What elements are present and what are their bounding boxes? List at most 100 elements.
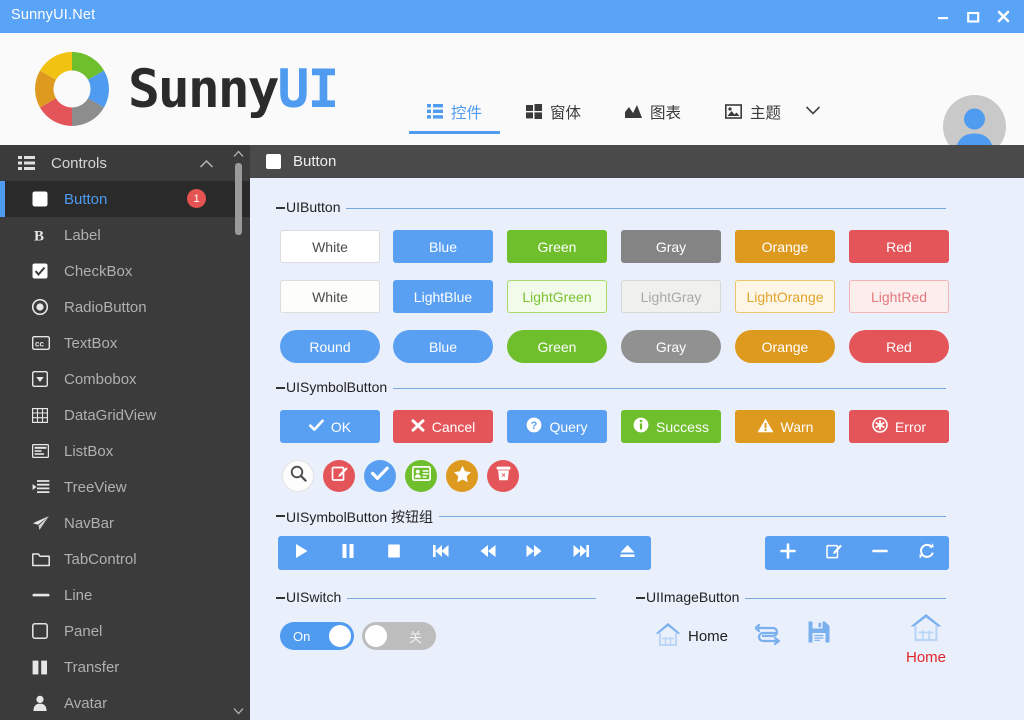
close-button[interactable] [988,0,1018,33]
rewind-button[interactable] [464,536,511,570]
switch-on-label: On [293,628,311,644]
button-white[interactable]: White [280,230,380,263]
button-green[interactable]: Green [507,230,607,263]
content-area: UIButton White Blue Green Gray Orange Re… [250,178,1024,720]
sidebar-item-label[interactable]: B Label [0,217,250,253]
image-button-home-red[interactable]: Home [888,612,964,674]
sidebar-item-avatar[interactable]: Avatar [0,685,250,720]
sidebar-item-radiobutton[interactable]: RadioButton [0,289,250,325]
sidebar-item-navbar[interactable]: NavBar [0,505,250,541]
button-round[interactable]: Round [280,330,380,363]
image-button-home-label: Home [688,628,729,645]
symbol-button-ok-label: OK [330,418,352,435]
remove-button[interactable] [857,536,903,570]
home-icon [909,612,943,647]
swap-arrows-icon [753,622,781,651]
sidebar-item-combobox[interactable]: Combobox [0,361,250,397]
button-orange[interactable]: Orange [735,230,835,263]
sidebar-item-listbox[interactable]: ListBox [0,433,250,469]
symbol-button-cancel[interactable]: Cancel [393,410,493,443]
sidebar-item-button[interactable]: Button 1 [0,181,250,217]
switch-off[interactable]: 关 [362,622,436,650]
circle-button-idcard[interactable] [405,460,437,492]
play-button[interactable] [278,536,325,570]
switch-on[interactable]: On [280,622,354,650]
sidebar-item-panel[interactable]: Panel [0,613,250,649]
button-lightred[interactable]: LightRed [849,280,949,313]
button-lightgreen[interactable]: LightGreen [507,280,607,313]
button-blue[interactable]: Blue [393,230,493,263]
sidebar-item-treeview[interactable]: TreeView [0,469,250,505]
skip-start-icon [432,543,450,564]
sidebar-item-checkbox-label: CheckBox [64,262,133,280]
symbol-button-success[interactable]: Success [621,410,721,443]
sidebar-item-panel-label: Panel [64,622,103,640]
symbol-button-query[interactable]: ? Query [507,410,607,443]
circle-button-search[interactable] [282,460,314,492]
circle-button-edit[interactable] [323,460,355,492]
tab-button-page[interactable]: Button [250,145,352,178]
sidebar-item-line[interactable]: Line [0,577,250,613]
panel-square-icon [32,623,60,639]
group-dash [276,207,285,209]
sidebar-item-checkbox[interactable]: CheckBox [0,253,250,289]
circle-button-trash[interactable]: × [487,460,519,492]
symbol-button-ok[interactable]: OK [280,410,380,443]
refresh-button[interactable] [903,536,949,570]
group-uibutton-line [276,208,946,209]
tab-forms[interactable]: 窗体 [504,89,603,134]
image-button-home[interactable]: Home [654,621,728,652]
add-button[interactable] [765,536,811,570]
circle-button-star[interactable] [446,460,478,492]
button-gray[interactable]: Gray [621,230,721,263]
button-red[interactable]: Red [849,230,949,263]
stop-button[interactable] [371,536,418,570]
scroll-down-icon[interactable] [232,704,244,718]
tab-charts[interactable]: 图表 [603,89,703,134]
symbol-button-error[interactable]: Error [849,410,949,443]
tab-themes[interactable]: 主题 [703,89,803,134]
window-controls [928,0,1018,33]
sidebar-header-controls[interactable]: Controls [0,145,250,181]
nav-more-button[interactable] [803,89,831,134]
scrollbar-track[interactable] [235,163,242,703]
image-button-save[interactable] [807,620,837,649]
scrollbar-thumb[interactable] [235,163,242,235]
button-lightblue[interactable]: LightBlue [393,280,493,313]
sidebar-item-transfer[interactable]: Transfer [0,649,250,685]
scroll-up-icon[interactable] [232,147,244,161]
button-round-green[interactable]: Green [507,330,607,363]
button-round-red[interactable]: Red [849,330,949,363]
square-icon [266,154,281,169]
tab-controls-label: 控件 [451,104,483,122]
fast-forward-button[interactable] [511,536,558,570]
button-lightorange[interactable]: LightOrange [735,280,835,313]
symbol-button-warn[interactable]: Warn [735,410,835,443]
media-button-group [278,536,651,570]
skip-end-button[interactable] [558,536,605,570]
tab-button-page-label: Button [293,153,337,170]
button-round-orange[interactable]: Orange [735,330,835,363]
skip-start-button[interactable] [418,536,465,570]
pause-button[interactable] [325,536,372,570]
button-round-gray[interactable]: Gray [621,330,721,363]
chevron-up-icon [199,156,214,173]
minimize-button[interactable] [928,0,958,33]
symbol-button-cancel-label: Cancel [431,418,476,435]
button-light-white-label: White [312,288,348,305]
tab-controls[interactable]: 控件 [405,89,504,134]
sidebar-item-textbox[interactable]: cc TextBox [0,325,250,361]
sidebar-item-datagridview[interactable]: DataGridView [0,397,250,433]
eject-button[interactable] [604,536,651,570]
circle-button-check[interactable] [364,460,396,492]
maximize-button[interactable] [958,0,988,33]
button-lightgray[interactable]: LightGray [621,280,721,313]
edit-button[interactable] [811,536,857,570]
button-light-white[interactable]: White [280,280,380,313]
sidebar-item-tabcontrol-label: TabControl [64,550,137,568]
sidebar-item-tabcontrol[interactable]: TabControl [0,541,250,577]
button-round-blue[interactable]: Blue [393,330,493,363]
sidebar-scrollbar[interactable] [232,147,244,718]
image-button-swap[interactable] [753,622,787,651]
eject-icon [619,543,636,564]
